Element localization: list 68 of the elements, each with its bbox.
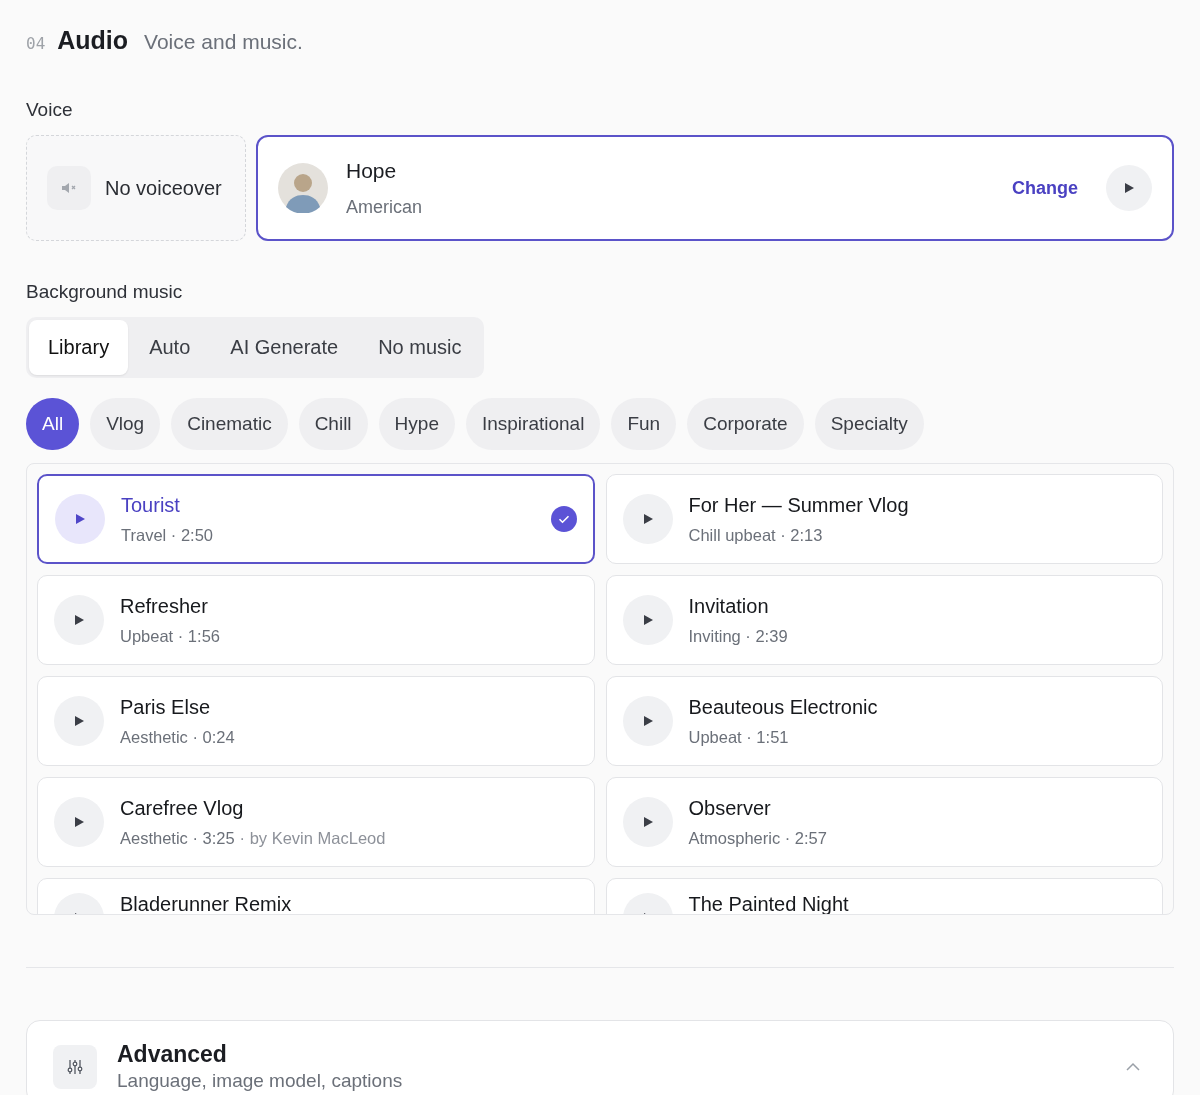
track-card[interactable]: Tourist Travel · 2:50 [37, 474, 595, 564]
voice-accent: American [346, 196, 424, 218]
track-title: Carefree Vlog [120, 796, 245, 820]
track-card[interactable]: Beauteous Electronic Upbeat · 1:51 [605, 676, 1163, 766]
voice-card[interactable]: Hope American Change [256, 135, 1174, 241]
track-title: Invitation [688, 594, 770, 618]
category-chip[interactable]: All [26, 398, 80, 450]
avatar-silhouette [278, 163, 328, 213]
advanced-subtitle: Language, image model, captions [117, 1070, 404, 1092]
category-chip[interactable]: Corporate [687, 398, 804, 450]
category-chip[interactable]: Specialty [814, 398, 924, 450]
track-title: Beauteous Electronic [688, 695, 879, 719]
background-music-label: Background music [26, 281, 184, 303]
track-meta: Aesthetic · 3:25 · by Kevin MacLeod [120, 828, 387, 848]
play-icon [1123, 182, 1135, 194]
voice-label: Voice [26, 99, 74, 121]
track-title: For Her — Summer Vlog [688, 493, 910, 517]
track-meta: Upbeat · 1:56 [120, 626, 221, 646]
play-icon [73, 614, 85, 626]
mute-icon [47, 166, 91, 210]
track-title: Bladerunner Remix [120, 893, 293, 914]
category-chip[interactable]: Hype [378, 398, 455, 450]
section-subtitle: Voice and music. [144, 30, 303, 54]
track-meta: Atmospheric · 2:57 [688, 828, 828, 848]
track-meta: Aesthetic · 0:24 [120, 727, 236, 747]
track-title: Tourist [121, 493, 181, 517]
section-number: 04 [26, 34, 46, 53]
category-chip[interactable]: Vlog [90, 398, 161, 450]
play-icon [641, 715, 654, 727]
track-card[interactable]: Paris Else Aesthetic · 0:24 [37, 676, 595, 766]
track-card[interactable]: Carefree Vlog Aesthetic · 3:25 · by Kevin MacLeod [37, 777, 595, 867]
track-title: Refresher [120, 594, 209, 618]
play-button[interactable] [55, 494, 105, 544]
track-card[interactable]: Observer Atmospheric · 2:57 [605, 777, 1163, 867]
track-title: Observer [688, 796, 772, 820]
sliders-icon [53, 1044, 97, 1089]
chevron-icon [1125, 1061, 1141, 1072]
music-tab[interactable]: AI Generate [211, 320, 358, 375]
play-button[interactable] [1106, 165, 1152, 211]
change-link[interactable]: Change [1008, 173, 1082, 203]
check-icon [550, 506, 577, 532]
category-chip[interactable]: Chill [298, 398, 368, 450]
play-icon [641, 816, 654, 828]
category-chip[interactable]: Inspirational [465, 398, 601, 450]
voice-name: Hope [346, 158, 398, 183]
section-title: Audio [57, 26, 129, 55]
advanced-title: Advanced [117, 1041, 228, 1068]
music-tab[interactable]: Library [29, 320, 129, 375]
play-icon [74, 513, 86, 525]
category-chip[interactable]: Cinematic [171, 398, 288, 450]
track-card[interactable]: Invitation Inviting · 2:39 [605, 575, 1163, 665]
track-card[interactable]: Bladerunner Remix [37, 878, 595, 914]
play-icon [73, 715, 85, 727]
track-meta: Inviting · 2:39 [688, 626, 789, 646]
track-card[interactable]: Refresher Upbeat · 1:56 [37, 575, 595, 665]
music-tab[interactable]: No music [359, 320, 481, 375]
music-tab[interactable]: Auto [130, 320, 210, 375]
category-chip[interactable]: Fun [611, 398, 677, 450]
play-icon [641, 513, 654, 525]
play-icon [641, 614, 654, 626]
track-meta: Travel · 2:50 [121, 525, 214, 545]
no-voiceover-option[interactable]: No voiceover [26, 135, 246, 241]
track-card[interactable]: For Her — Summer Vlog Chill upbeat · 2:13 [605, 474, 1163, 564]
track-meta: Upbeat · 1:51 [688, 727, 790, 747]
play-icon [73, 816, 85, 828]
track-title: Paris Else [120, 695, 212, 719]
advanced-panel[interactable]: Advanced Language, image model, captions [26, 1020, 1174, 1095]
track-meta: Chill upbeat · 2:13 [688, 525, 824, 545]
